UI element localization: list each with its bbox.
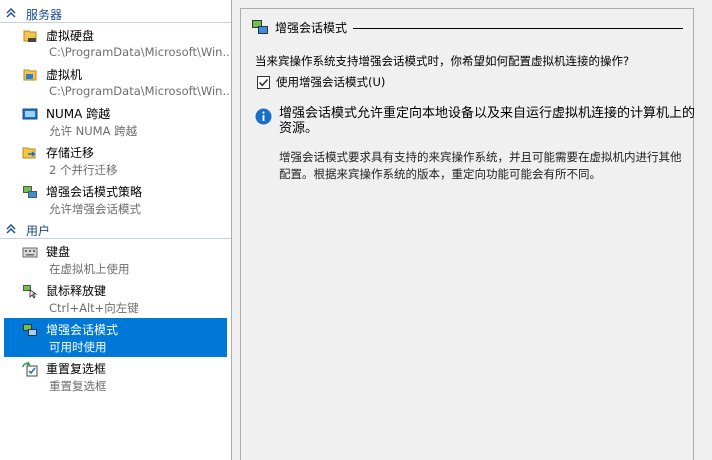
nav-item-title: 虚拟硬盘: [46, 29, 95, 43]
nav-item-subtitle: 2 个并行迁移: [49, 163, 118, 177]
panel-title: 增强会话模式: [275, 20, 348, 35]
reset-checkbox-icon: [22, 361, 38, 377]
info-icon: [255, 108, 272, 125]
use-enhanced-session-checkbox[interactable]: [257, 75, 270, 89]
use-enhanced-session-checkbox-row[interactable]: 使用增强会话模式(U): [257, 74, 385, 90]
nav-item-title: 增强会话模式: [46, 323, 119, 337]
header-divider: [353, 27, 683, 29]
enhanced-session-icon: [251, 19, 269, 35]
mouse-release-icon: [22, 283, 38, 299]
section-header-server[interactable]: 服务器: [0, 4, 231, 24]
nav-item-subtitle: 可用时使用: [49, 340, 107, 354]
nav-item-keyboard[interactable]: 键盘 在虚拟机上使用: [0, 240, 231, 279]
nav-item-title: 重置复选框: [46, 362, 107, 376]
nav-item-title: 鼠标释放键: [46, 284, 107, 298]
nav-item-subtitle: 在虚拟机上使用: [49, 262, 130, 276]
info-text: 增强会话模式允许重定向本地设备以及来自运行虚拟机连接的计算机上的资源。: [279, 106, 696, 136]
nav-item-mouse-release-key[interactable]: 鼠标释放键 Ctrl+Alt+向左键: [0, 279, 231, 318]
virtual-disk-icon: [22, 28, 38, 44]
nav-item-subtitle: C:\ProgramData\Microsoft\Win...: [49, 84, 232, 98]
nav-item-subtitle: 重置复选框: [49, 379, 107, 393]
panel-description: 增强会话模式要求具有支持的来宾操作系统，并且可能需要在虚拟机内进行其他配置。根据…: [279, 150, 682, 181]
nav-item-virtual-disk[interactable]: 虚拟硬盘 C:\ProgramData\Microsoft\Win...: [0, 24, 231, 63]
nav-item-reset-checkbox[interactable]: 重置复选框 重置复选框: [0, 357, 231, 396]
nav-item-title: NUMA 跨越: [46, 107, 111, 121]
nav-item-title: 存储迁移: [46, 146, 95, 160]
section-label: 用户: [26, 223, 51, 238]
settings-nav-tree: 服务器 虚拟硬盘 C:\ProgramData\Microsoft\Win...…: [0, 0, 232, 460]
settings-detail-panel: 增强会话模式 当来宾操作系统支持增强会话模式时，你希望如何配置虚拟机连接的操作?…: [240, 8, 695, 460]
checkbox-label[interactable]: 使用增强会话模式(U): [276, 74, 385, 90]
nav-item-subtitle: C:\ProgramData\Microsoft\Win...: [49, 45, 232, 59]
nav-item-enhanced-session[interactable]: 增强会话模式 可用时使用: [4, 318, 227, 357]
nav-item-title: 键盘: [46, 245, 71, 259]
hyperv-settings-window: 服务器 虚拟硬盘 C:\ProgramData\Microsoft\Win...…: [0, 0, 712, 460]
nav-item-title: 增强会话模式策略: [46, 185, 143, 199]
enhanced-session-policy-icon: [22, 184, 38, 200]
section-divider: [0, 22, 231, 23]
nav-item-subtitle: Ctrl+Alt+向左键: [49, 301, 139, 315]
nav-item-title: 虚拟机: [46, 68, 83, 82]
panel-header: 增强会话模式: [251, 17, 683, 37]
section-divider: [0, 238, 231, 239]
storage-migration-icon: [22, 145, 38, 161]
nav-item-subtitle: 允许 NUMA 跨越: [49, 124, 138, 138]
nav-item-enhanced-session-policy[interactable]: 增强会话模式策略 允许增强会话模式: [0, 180, 231, 219]
section-header-user[interactable]: 用户: [0, 220, 231, 240]
panel-question: 当来宾操作系统支持增强会话模式时，你希望如何配置虚拟机连接的操作?: [255, 54, 630, 68]
nav-item-virtual-machine[interactable]: 虚拟机 C:\ProgramData\Microsoft\Win...: [0, 63, 231, 102]
nav-item-storage-migration[interactable]: 存储迁移 2 个并行迁移: [0, 141, 231, 180]
numa-icon: [22, 106, 38, 122]
chevron-up-icon: [6, 7, 20, 21]
nav-item-subtitle: 允许增强会话模式: [49, 202, 141, 216]
section-label: 服务器: [26, 7, 63, 22]
nav-item-numa[interactable]: NUMA 跨越 允许 NUMA 跨越: [0, 102, 231, 141]
keyboard-icon: [22, 244, 38, 260]
chevron-up-icon: [6, 223, 20, 237]
virtual-machine-icon: [22, 67, 38, 83]
enhanced-session-icon: [22, 322, 38, 338]
